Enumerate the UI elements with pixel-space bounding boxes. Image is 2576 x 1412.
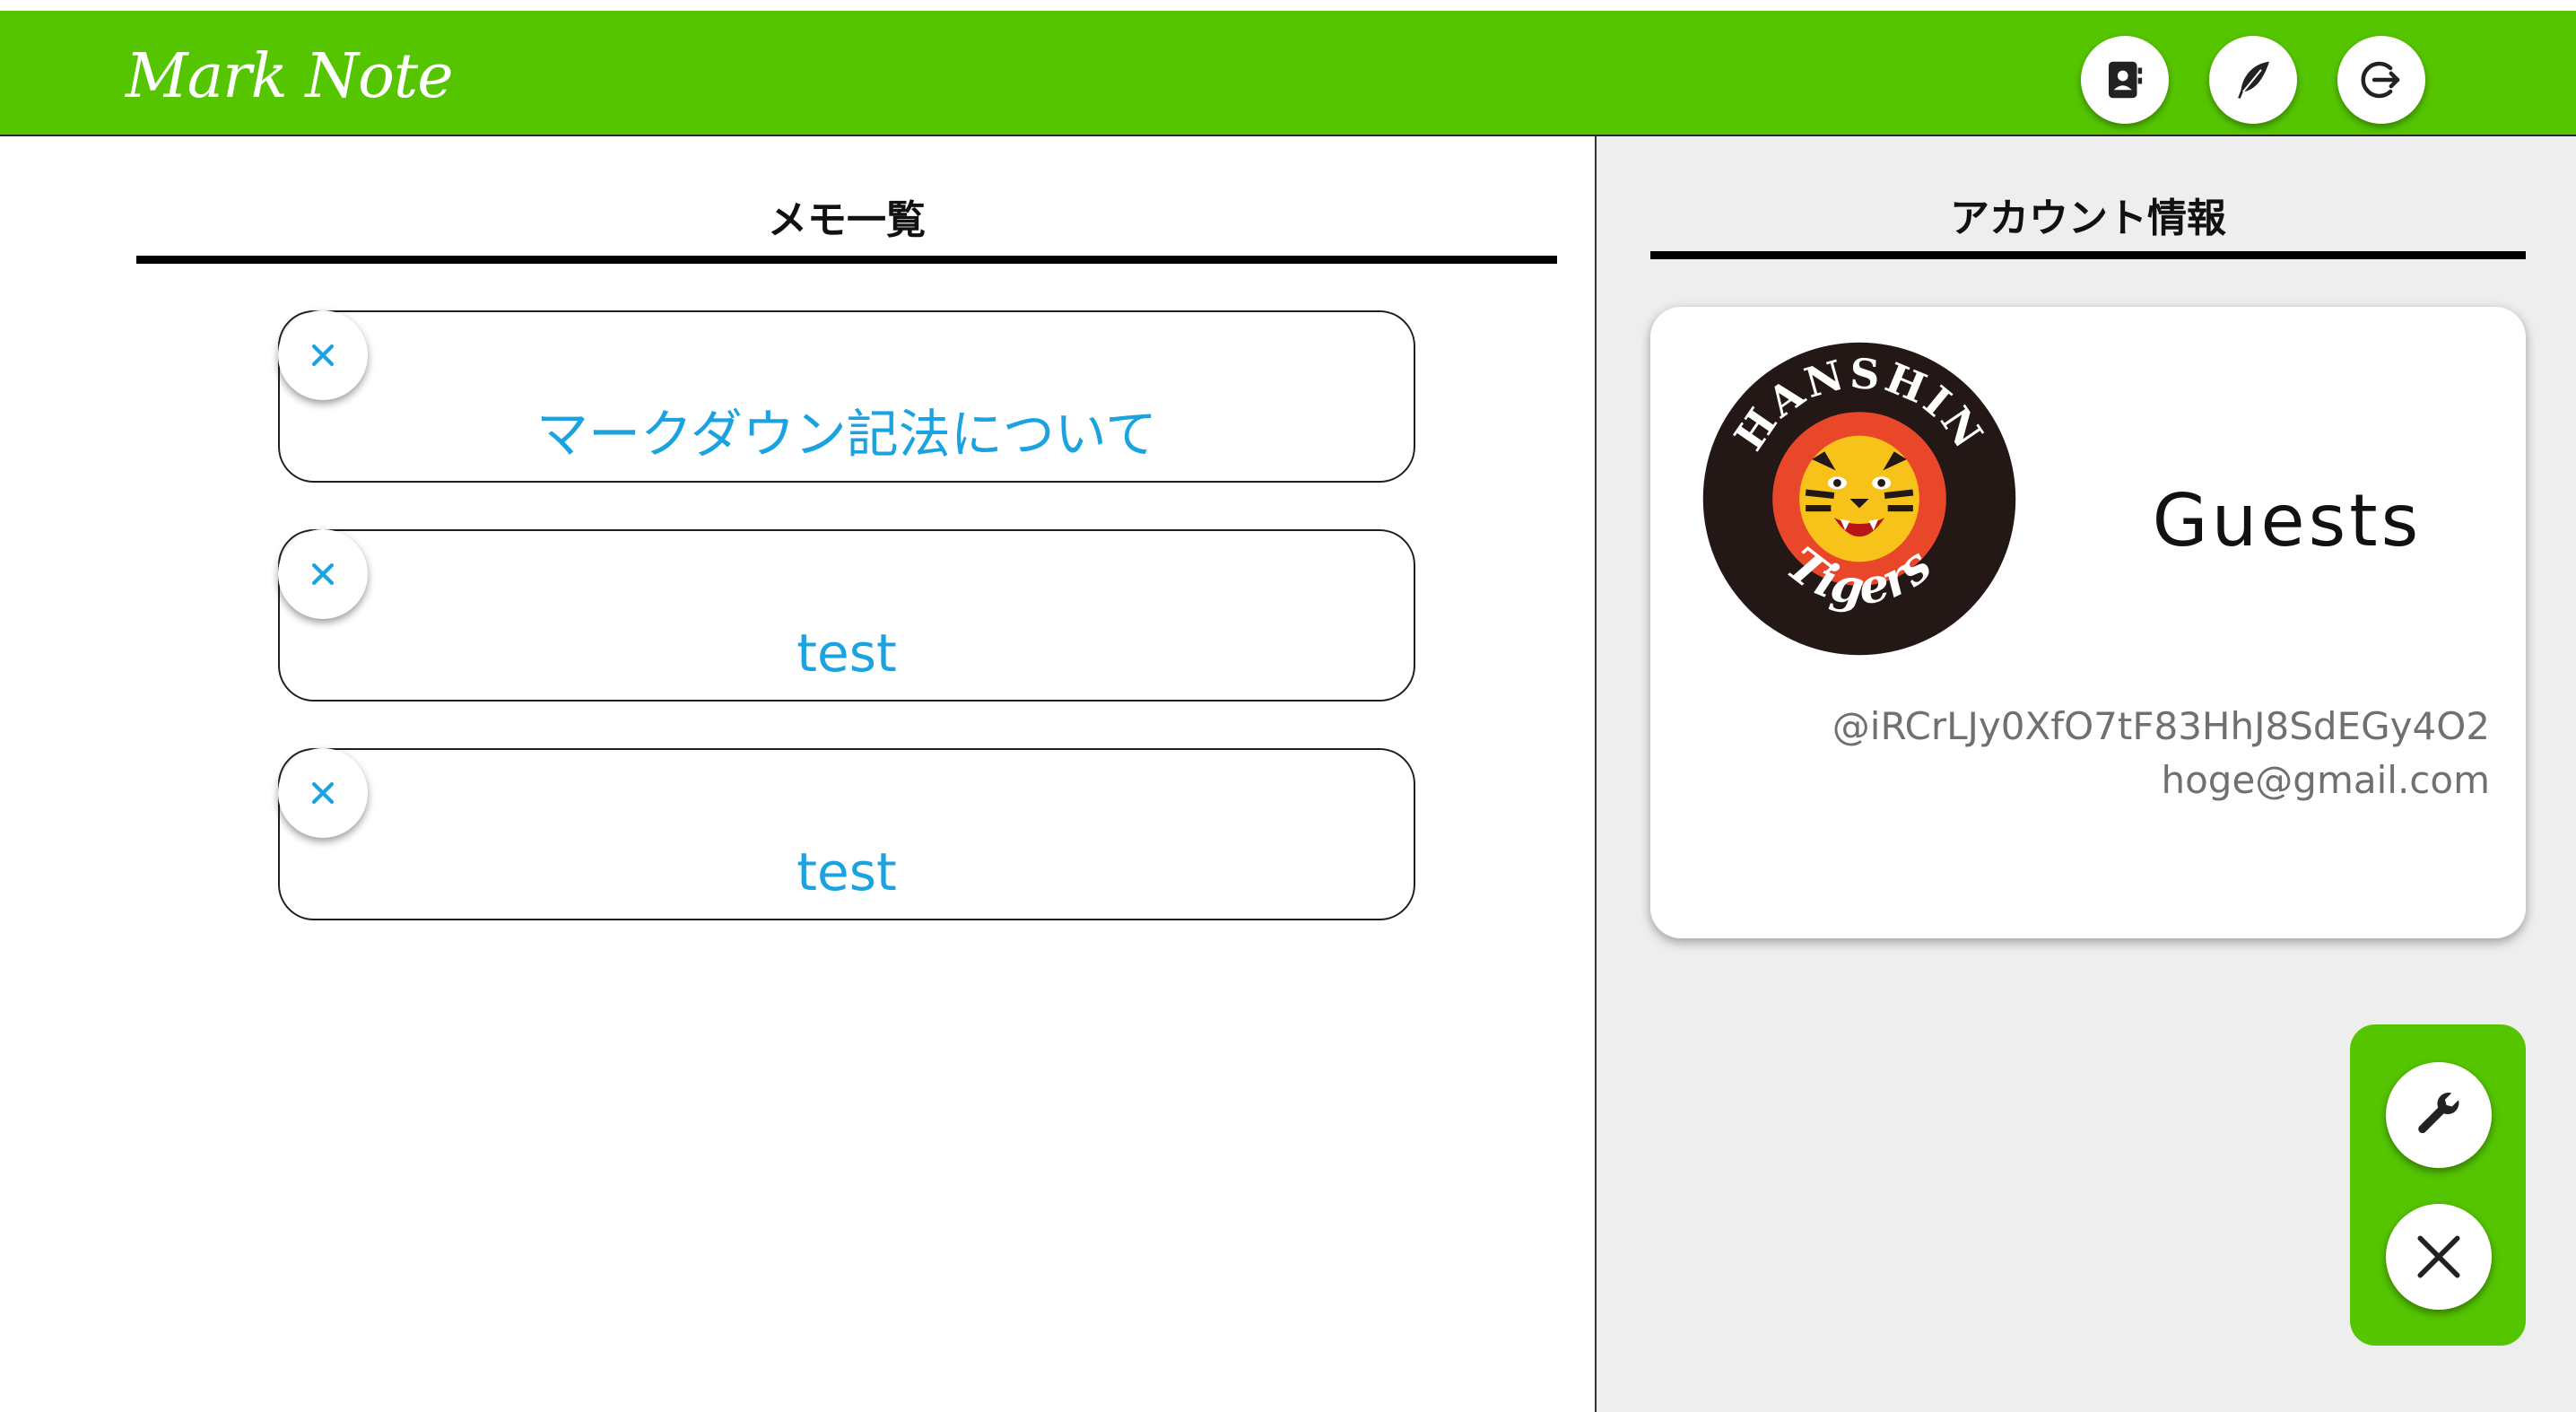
delete-memo-button[interactable] [278,748,368,838]
memo-card[interactable]: マークダウン記法について [278,310,1415,483]
address-book-icon [2109,61,2143,99]
logout-icon [2361,61,2400,99]
delete-memo-button[interactable] [278,310,368,400]
logout-button[interactable] [2337,36,2425,124]
memo-card[interactable]: test [278,748,1415,920]
close-icon [311,781,335,805]
brand-logo[interactable]: Mark Note [126,41,454,113]
memo-card[interactable]: test [278,529,1415,702]
user-email: hoge@gmail.com [2161,758,2490,802]
app-header: Mark Note [0,11,2576,136]
memo-list-panel: メモ一覧 マークダウン記法について test test [0,136,1597,1412]
memo-list-divider [136,256,1557,264]
user-id: @iRCrLJy0XfO7tF83HhJ8SdEGy4O2 [1832,704,2490,748]
user-name: Guests [2152,479,2423,562]
account-card: HANSHIN Tigers Guests @iRCrLJy0XfO7tF83H… [1650,307,2526,938]
account-panel: アカウント情報 HANSHIN Tigers Guests @iRCrLJy0X… [1597,136,2576,1412]
feather-pen-icon [2238,61,2269,99]
action-panel [2350,1024,2526,1346]
account-heading: アカウント情報 [1950,196,2226,241]
close-panel-button[interactable] [2386,1204,2492,1310]
memo-title[interactable]: test [280,840,1414,904]
account-divider [1650,251,2526,259]
memo-title[interactable]: マークダウン記法について [280,402,1414,466]
memo-list-heading: メモ一覧 [768,197,926,243]
close-icon [311,562,335,586]
wrench-icon [2418,1092,2459,1134]
delete-memo-button[interactable] [278,529,368,619]
hanshin-tigers-logo: HANSHIN Tigers [1702,342,2016,656]
address-book-button[interactable] [2081,36,2169,124]
memo-title[interactable]: test [280,621,1414,685]
close-icon [311,344,335,367]
new-memo-button[interactable] [2209,36,2297,124]
close-icon [2417,1235,2460,1278]
settings-button[interactable] [2386,1062,2492,1168]
